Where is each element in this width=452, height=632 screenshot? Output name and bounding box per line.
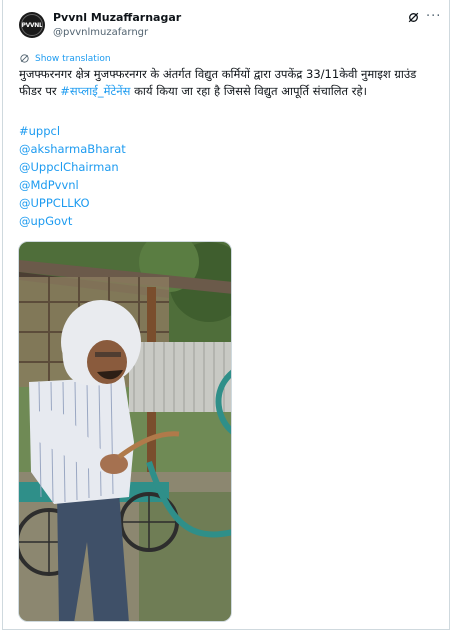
show-translation-label: Show translation [35,53,111,64]
tag-list: #uppcl @aksharmaBharat @UppclChairman @M… [19,122,126,230]
author-name[interactable]: Pvvnl Muzaffarnagar [53,11,181,24]
tweet-card[interactable]: PVVNL Pvvnl Muzaffarnagar @pvvnlmuzafarn… [2,0,450,630]
avatar-ring [21,14,43,36]
mention-uppclchairman[interactable]: @UppclChairman [19,158,126,176]
avatar[interactable]: PVVNL [19,12,45,38]
mention-mdpvvnl[interactable]: @MdPvvnl [19,176,126,194]
author-handle[interactable]: @pvvnlmuzafarngr [53,27,148,38]
tweet-text-part-2: कार्य किया जा रहा है जिससे विद्युत आपूर्… [130,84,367,98]
hashtag-supply-maintenance[interactable]: #सप्लाई_मेंटेनेंस [60,84,130,98]
mention-upgovt[interactable]: @upGovt [19,212,126,230]
grok-icon[interactable] [407,11,420,24]
globe-icon [20,54,29,63]
mention-uppcllko[interactable]: @UPPCLLKO [19,194,126,212]
tweet-body: मुजफ्फरनगर क्षेत्र मुजफ्फरनगर के अंतर्गत… [19,66,439,100]
more-icon[interactable]: ··· [426,10,440,24]
hashtag-uppcl[interactable]: #uppcl [19,122,126,140]
mention-aksharmabharat[interactable]: @aksharmaBharat [19,140,126,158]
tweet-photo[interactable] [18,241,232,622]
show-translation-link[interactable]: Show translation [19,53,111,64]
worker-photo-illustration [19,242,231,621]
